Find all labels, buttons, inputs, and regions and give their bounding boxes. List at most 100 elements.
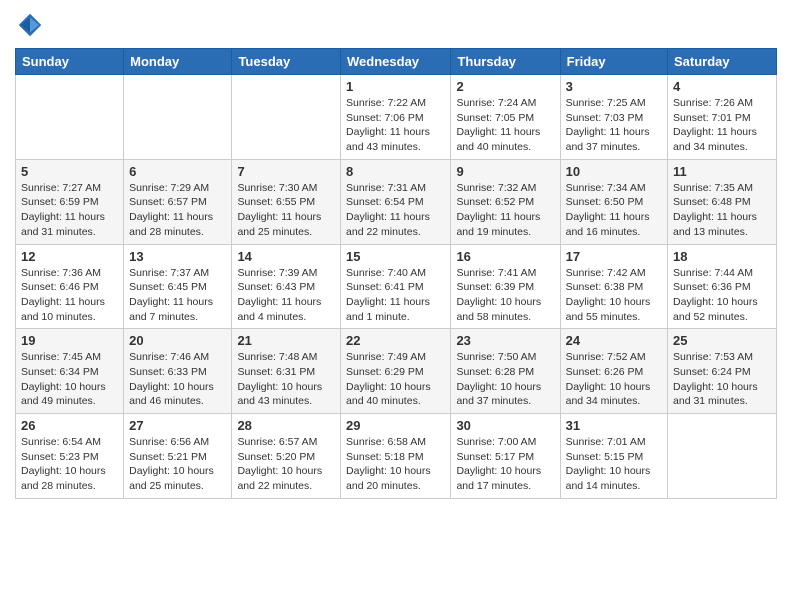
calendar-cell: 15 Sunrise: 7:40 AM Sunset: 6:41 PM Dayli… [341,244,451,329]
calendar-cell: 26 Sunrise: 6:54 AM Sunset: 5:23 PM Dayli… [16,414,124,499]
week-row-1: 1 Sunrise: 7:22 AM Sunset: 7:06 PM Daylig… [16,75,777,160]
calendar-cell: 13 Sunrise: 7:37 AM Sunset: 6:45 PM Dayli… [124,244,232,329]
weekday-header-friday: Friday [560,49,667,75]
weekday-header-row: SundayMondayTuesdayWednesdayThursdayFrid… [16,49,777,75]
logo-icon [15,10,45,40]
day-info: Sunrise: 7:40 AM Sunset: 6:41 PM Dayligh… [346,266,445,325]
day-info: Sunrise: 7:32 AM Sunset: 6:52 PM Dayligh… [456,181,554,240]
day-number: 10 [566,164,662,179]
calendar-cell: 18 Sunrise: 7:44 AM Sunset: 6:36 PM Dayli… [668,244,777,329]
day-number: 8 [346,164,445,179]
calendar-cell: 27 Sunrise: 6:56 AM Sunset: 5:21 PM Dayli… [124,414,232,499]
day-number: 27 [129,418,226,433]
calendar-cell: 22 Sunrise: 7:49 AM Sunset: 6:29 PM Dayli… [341,329,451,414]
day-info: Sunrise: 7:41 AM Sunset: 6:39 PM Dayligh… [456,266,554,325]
logo [15,10,49,40]
calendar-cell [124,75,232,160]
calendar-cell: 12 Sunrise: 7:36 AM Sunset: 6:46 PM Dayli… [16,244,124,329]
day-number: 28 [237,418,335,433]
day-info: Sunrise: 7:22 AM Sunset: 7:06 PM Dayligh… [346,96,445,155]
week-row-5: 26 Sunrise: 6:54 AM Sunset: 5:23 PM Dayli… [16,414,777,499]
day-info: Sunrise: 7:24 AM Sunset: 7:05 PM Dayligh… [456,96,554,155]
day-number: 14 [237,249,335,264]
day-info: Sunrise: 7:35 AM Sunset: 6:48 PM Dayligh… [673,181,771,240]
weekday-header-thursday: Thursday [451,49,560,75]
calendar-cell: 7 Sunrise: 7:30 AM Sunset: 6:55 PM Daylig… [232,159,341,244]
day-number: 25 [673,333,771,348]
day-number: 15 [346,249,445,264]
weekday-header-tuesday: Tuesday [232,49,341,75]
day-number: 2 [456,79,554,94]
calendar-cell: 3 Sunrise: 7:25 AM Sunset: 7:03 PM Daylig… [560,75,667,160]
calendar-cell: 16 Sunrise: 7:41 AM Sunset: 6:39 PM Dayli… [451,244,560,329]
day-number: 9 [456,164,554,179]
day-info: Sunrise: 7:36 AM Sunset: 6:46 PM Dayligh… [21,266,118,325]
day-info: Sunrise: 7:29 AM Sunset: 6:57 PM Dayligh… [129,181,226,240]
day-info: Sunrise: 6:58 AM Sunset: 5:18 PM Dayligh… [346,435,445,494]
day-info: Sunrise: 7:49 AM Sunset: 6:29 PM Dayligh… [346,350,445,409]
day-number: 6 [129,164,226,179]
week-row-4: 19Sunrise: 7:45 AM Sunset: 6:34 PM Dayli… [16,329,777,414]
calendar-cell: 8 Sunrise: 7:31 AM Sunset: 6:54 PM Daylig… [341,159,451,244]
day-info: Sunrise: 7:44 AM Sunset: 6:36 PM Dayligh… [673,266,771,325]
calendar-cell: 25 Sunrise: 7:53 AM Sunset: 6:24 PM Dayli… [668,329,777,414]
calendar-cell: 2 Sunrise: 7:24 AM Sunset: 7:05 PM Daylig… [451,75,560,160]
week-row-3: 12 Sunrise: 7:36 AM Sunset: 6:46 PM Dayli… [16,244,777,329]
weekday-header-sunday: Sunday [16,49,124,75]
day-info: Sunrise: 7:34 AM Sunset: 6:50 PM Dayligh… [566,181,662,240]
day-info: Sunrise: 7:37 AM Sunset: 6:45 PM Dayligh… [129,266,226,325]
day-info: Sunrise: 7:25 AM Sunset: 7:03 PM Dayligh… [566,96,662,155]
day-number: 12 [21,249,118,264]
calendar-cell: 20Sunrise: 7:46 AM Sunset: 6:33 PM Dayli… [124,329,232,414]
calendar-cell: 6 Sunrise: 7:29 AM Sunset: 6:57 PM Daylig… [124,159,232,244]
day-info: Sunrise: 7:46 AM Sunset: 6:33 PM Dayligh… [129,350,226,409]
calendar-cell: 31 Sunrise: 7:01 AM Sunset: 5:15 PM Dayli… [560,414,667,499]
day-number: 18 [673,249,771,264]
calendar-cell: 11 Sunrise: 7:35 AM Sunset: 6:48 PM Dayli… [668,159,777,244]
day-number: 17 [566,249,662,264]
day-number: 1 [346,79,445,94]
day-number: 22 [346,333,445,348]
calendar-cell: 19Sunrise: 7:45 AM Sunset: 6:34 PM Dayli… [16,329,124,414]
day-info: Sunrise: 7:42 AM Sunset: 6:38 PM Dayligh… [566,266,662,325]
calendar-cell: 21Sunrise: 7:48 AM Sunset: 6:31 PM Dayli… [232,329,341,414]
day-info: Sunrise: 7:39 AM Sunset: 6:43 PM Dayligh… [237,266,335,325]
day-number: 11 [673,164,771,179]
day-number: 5 [21,164,118,179]
calendar-cell: 30 Sunrise: 7:00 AM Sunset: 5:17 PM Dayli… [451,414,560,499]
weekday-header-saturday: Saturday [668,49,777,75]
week-row-2: 5Sunrise: 7:27 AM Sunset: 6:59 PM Daylig… [16,159,777,244]
day-info: Sunrise: 7:01 AM Sunset: 5:15 PM Dayligh… [566,435,662,494]
day-number: 29 [346,418,445,433]
day-number: 7 [237,164,335,179]
day-info: Sunrise: 7:50 AM Sunset: 6:28 PM Dayligh… [456,350,554,409]
day-number: 26 [21,418,118,433]
day-info: Sunrise: 6:57 AM Sunset: 5:20 PM Dayligh… [237,435,335,494]
calendar-cell: 23Sunrise: 7:50 AM Sunset: 6:28 PM Dayli… [451,329,560,414]
day-info: Sunrise: 6:56 AM Sunset: 5:21 PM Dayligh… [129,435,226,494]
day-info: Sunrise: 7:52 AM Sunset: 6:26 PM Dayligh… [566,350,662,409]
weekday-header-wednesday: Wednesday [341,49,451,75]
day-number: 21 [237,333,335,348]
calendar-cell: 5Sunrise: 7:27 AM Sunset: 6:59 PM Daylig… [16,159,124,244]
day-info: Sunrise: 7:45 AM Sunset: 6:34 PM Dayligh… [21,350,118,409]
day-info: Sunrise: 7:31 AM Sunset: 6:54 PM Dayligh… [346,181,445,240]
day-number: 30 [456,418,554,433]
day-number: 13 [129,249,226,264]
calendar-cell: 29 Sunrise: 6:58 AM Sunset: 5:18 PM Dayli… [341,414,451,499]
day-info: Sunrise: 7:00 AM Sunset: 5:17 PM Dayligh… [456,435,554,494]
day-number: 31 [566,418,662,433]
day-number: 4 [673,79,771,94]
calendar-cell: 17 Sunrise: 7:42 AM Sunset: 6:38 PM Dayli… [560,244,667,329]
calendar-cell: 9 Sunrise: 7:32 AM Sunset: 6:52 PM Daylig… [451,159,560,244]
day-number: 16 [456,249,554,264]
day-info: Sunrise: 6:54 AM Sunset: 5:23 PM Dayligh… [21,435,118,494]
calendar-cell: 24Sunrise: 7:52 AM Sunset: 6:26 PM Dayli… [560,329,667,414]
calendar-cell [668,414,777,499]
weekday-header-monday: Monday [124,49,232,75]
calendar-cell: 14 Sunrise: 7:39 AM Sunset: 6:43 PM Dayli… [232,244,341,329]
day-number: 3 [566,79,662,94]
day-info: Sunrise: 7:53 AM Sunset: 6:24 PM Dayligh… [673,350,771,409]
calendar-cell [232,75,341,160]
day-info: Sunrise: 7:30 AM Sunset: 6:55 PM Dayligh… [237,181,335,240]
